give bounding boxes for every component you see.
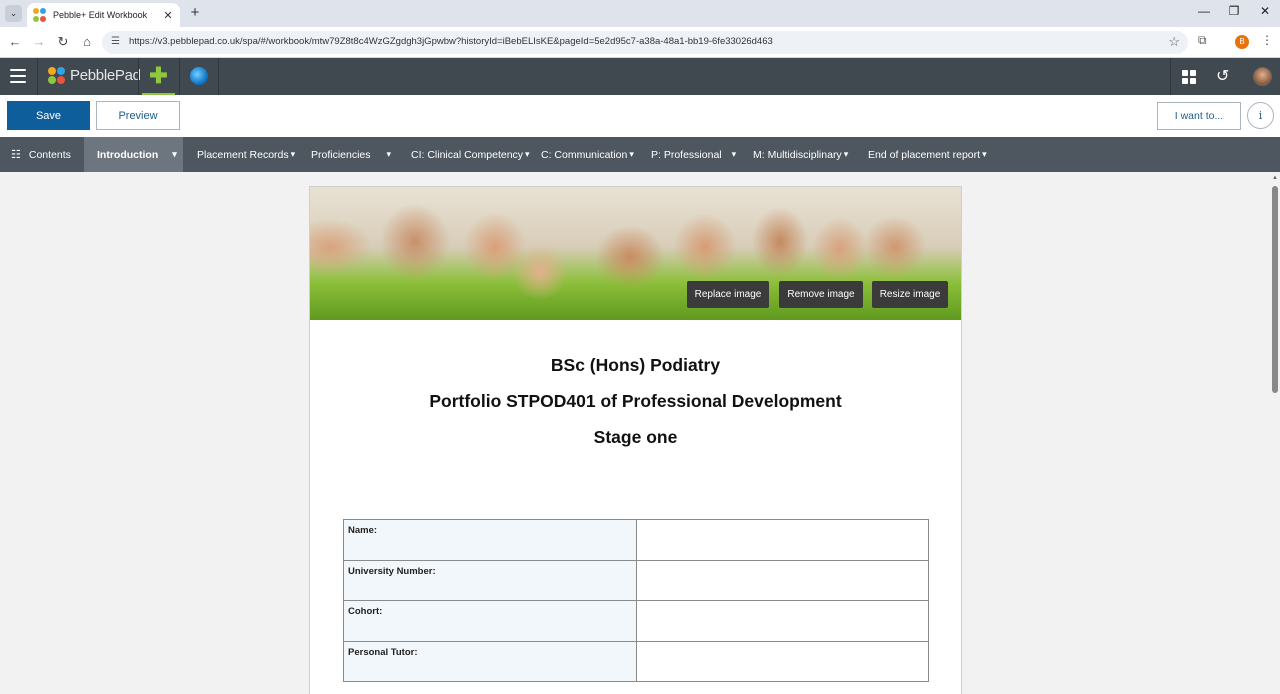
table-row: Name: xyxy=(343,519,929,561)
table-row: Personal Tutor: xyxy=(343,640,929,682)
list-icon: ☷ xyxy=(11,149,21,161)
apps-grid-icon[interactable] xyxy=(1182,70,1196,84)
page-title-line3: Stage one xyxy=(593,427,678,447)
window-close-icon[interactable]: ✕ xyxy=(1254,4,1276,18)
home-icon[interactable]: ⌂ xyxy=(79,34,95,50)
pebblepad-favicon-icon xyxy=(33,8,47,22)
chevron-down-icon: ▾ xyxy=(629,149,634,159)
new-tab-icon[interactable]: + xyxy=(188,5,202,21)
tab-label: M: Multidisciplinary xyxy=(753,148,842,161)
reload-icon[interactable]: ↻ xyxy=(55,34,71,50)
replace-image-button[interactable]: Replace image xyxy=(687,281,769,308)
pebble-plus-icon[interactable]: ✚ xyxy=(142,58,175,95)
tab-label: C: Communication xyxy=(541,148,628,161)
cohort-field[interactable] xyxy=(636,600,929,642)
tab-label: Proficiencies xyxy=(311,148,371,161)
cohort-label: Cohort: xyxy=(343,600,637,642)
forward-icon[interactable]: → xyxy=(31,34,47,50)
scrollbar-thumb[interactable] xyxy=(1272,186,1278,393)
chevron-down-icon: ▾ xyxy=(843,149,849,159)
browser-tab[interactable]: Pebble+ Edit Workbook ✕ xyxy=(27,3,180,27)
remove-image-button[interactable]: Remove image xyxy=(779,281,863,308)
action-bar: Save Preview I want to... i xyxy=(0,95,1280,137)
tab-clinical-competency[interactable]: CI: Clinical Competency ▾ xyxy=(397,137,530,172)
back-icon[interactable]: ← xyxy=(7,34,23,50)
banner-image: Replace image Remove image Resize image xyxy=(310,187,961,320)
tab-title: Pebble+ Edit Workbook xyxy=(53,10,148,20)
university-number-label: University Number: xyxy=(343,559,637,601)
restore-icon[interactable]: ❐ xyxy=(1223,4,1245,18)
save-button[interactable]: Save xyxy=(7,101,90,130)
tab-end-of-placement-report[interactable]: End of placement report ▾ xyxy=(855,137,989,172)
chevron-down-icon: ▾ xyxy=(290,149,296,159)
pebblepad-logo[interactable]: PebblePad xyxy=(48,67,141,84)
url-text[interactable]: https://v3.pebblepad.co.uk/spa/#/workboo… xyxy=(129,36,773,47)
pebblepad-logo-icon xyxy=(48,67,65,84)
browser-tab-strip: ⌄ Pebble+ Edit Workbook ✕ + — ❐ ✕ xyxy=(0,0,1280,27)
workbook-navigation: ☷ Contents Introduction ▾ Placement Reco… xyxy=(0,137,1280,172)
i-want-to-button[interactable]: I want to... xyxy=(1157,102,1241,130)
contents-label: Contents xyxy=(28,148,71,161)
extensions-icon[interactable]: ⧉ xyxy=(1198,33,1207,48)
scrollbar[interactable]: ▲ xyxy=(1270,172,1280,694)
page-title-line2: Portfolio STPOD401 of Professional Devel… xyxy=(429,391,842,411)
tab-label: Introduction xyxy=(97,148,159,161)
hamburger-menu-icon[interactable] xyxy=(10,69,26,83)
table-row: University Number: xyxy=(343,559,929,601)
info-button[interactable]: i xyxy=(1247,102,1274,129)
tab-search-chevron-icon[interactable]: ⌄ xyxy=(5,5,22,22)
tab-label: Placement Records xyxy=(197,148,289,161)
app-name: PebblePad xyxy=(70,67,141,84)
personal-tutor-field[interactable] xyxy=(636,640,929,682)
name-field[interactable] xyxy=(636,519,929,561)
tab-label: CI: Clinical Competency xyxy=(411,148,524,161)
tab-close-icon[interactable]: ✕ xyxy=(162,9,174,22)
chevron-down-icon: ▾ xyxy=(172,149,177,159)
student-details-table: Name: University Number: Cohort: Persona… xyxy=(343,519,929,682)
workbook-page: Replace image Remove image Resize image … xyxy=(309,186,962,694)
personal-tutor-label: Personal Tutor: xyxy=(343,640,637,682)
chevron-down-icon: ▾ xyxy=(982,149,987,159)
omnibox[interactable]: ☰ https://v3.pebblepad.co.uk/spa/#/workb… xyxy=(102,31,1188,54)
contents-button[interactable]: ☷ Contents xyxy=(0,137,84,172)
tab-introduction[interactable]: Introduction ▾ xyxy=(84,137,183,172)
tab-multidisciplinary[interactable]: M: Multidisciplinary ▾ xyxy=(740,137,855,172)
preview-button[interactable]: Preview xyxy=(96,101,180,130)
address-bar-row: ← → ↻ ⌂ ☰ https://v3.pebblepad.co.uk/spa… xyxy=(0,27,1280,58)
name-label: Name: xyxy=(343,519,637,561)
chevron-down-icon: ▾ xyxy=(386,149,392,159)
table-row: Cohort: xyxy=(343,600,929,642)
tab-label: End of placement report xyxy=(868,148,981,161)
chevron-down-icon: ▾ xyxy=(731,149,737,159)
tab-communication[interactable]: C: Communication ▾ xyxy=(529,137,639,172)
browser-menu-icon[interactable]: ⋮ xyxy=(1261,33,1273,47)
user-avatar[interactable] xyxy=(1253,67,1272,86)
scroll-up-icon[interactable]: ▲ xyxy=(1272,175,1278,181)
bookmark-star-icon[interactable]: ☆ xyxy=(1168,34,1180,50)
university-number-field[interactable] xyxy=(636,559,929,601)
resize-image-button[interactable]: Resize image xyxy=(872,281,948,308)
tab-placement-records[interactable]: Placement Records ▾ xyxy=(183,137,297,172)
atlas-swirl-icon[interactable] xyxy=(190,67,208,85)
profile-avatar[interactable]: B xyxy=(1235,35,1249,49)
tab-proficiencies[interactable]: Proficiencies ▾ xyxy=(297,137,397,172)
site-info-icon[interactable]: ☰ xyxy=(111,36,120,47)
tab-professional[interactable]: P: Professional ▾ xyxy=(639,137,740,172)
history-icon[interactable]: ↺ xyxy=(1216,66,1229,86)
tab-label: P: Professional xyxy=(651,148,722,161)
page-title-line1: BSc (Hons) Podiatry xyxy=(550,355,721,375)
minimize-icon[interactable]: — xyxy=(1193,4,1215,18)
